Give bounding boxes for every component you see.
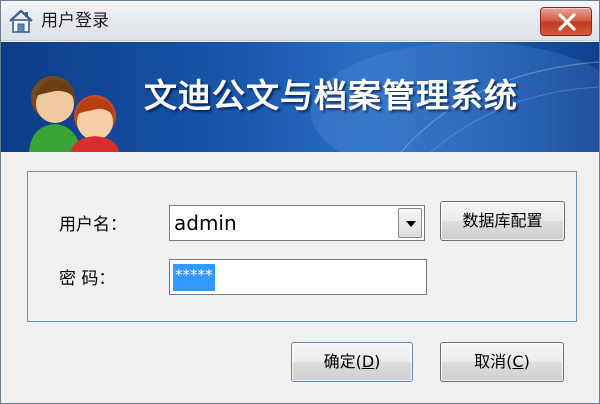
password-value: ***** — [173, 264, 215, 291]
username-dropdown-button[interactable] — [398, 208, 422, 238]
users-icon — [29, 76, 119, 152]
banner-title: 文迪公文与档案管理系统 — [144, 76, 518, 115]
username-value: admin — [174, 211, 237, 235]
banner: 文迪公文与档案管理系统 — [1, 42, 599, 152]
username-label: 用户名： — [59, 215, 127, 235]
window-title: 用户登录 — [41, 11, 109, 31]
house-icon — [9, 9, 33, 33]
username-combobox[interactable]: admin — [169, 205, 425, 241]
ok-button-mnemonic: D — [361, 352, 375, 371]
password-input[interactable]: ***** — [169, 259, 427, 295]
chevron-down-icon — [406, 221, 416, 227]
ok-button-label-prefix: 确定( — [323, 352, 362, 371]
title-bar[interactable]: 用户登录 — [1, 1, 599, 41]
ok-button-label-suffix: ) — [374, 352, 381, 371]
cancel-button-label-suffix: ) — [523, 352, 530, 371]
login-window: 用户登录 文迪公文与档案管理系统 用户名： admin 数据库配置 密 码： *… — [0, 0, 600, 404]
cancel-button-mnemonic: C — [512, 352, 524, 371]
cancel-button[interactable]: 取消(C) — [440, 342, 564, 382]
cancel-button-label-prefix: 取消( — [474, 352, 513, 371]
password-label: 密 码： — [59, 269, 116, 289]
close-button[interactable] — [540, 7, 592, 36]
login-form-panel: 用户名： admin 数据库配置 密 码： ***** — [27, 171, 577, 322]
body-area: 用户名： admin 数据库配置 密 码： ***** 确定(D) 取消(C) — [1, 152, 599, 403]
db-config-button[interactable]: 数据库配置 — [440, 201, 565, 241]
close-icon — [558, 13, 576, 31]
ok-button[interactable]: 确定(D) — [291, 342, 413, 382]
